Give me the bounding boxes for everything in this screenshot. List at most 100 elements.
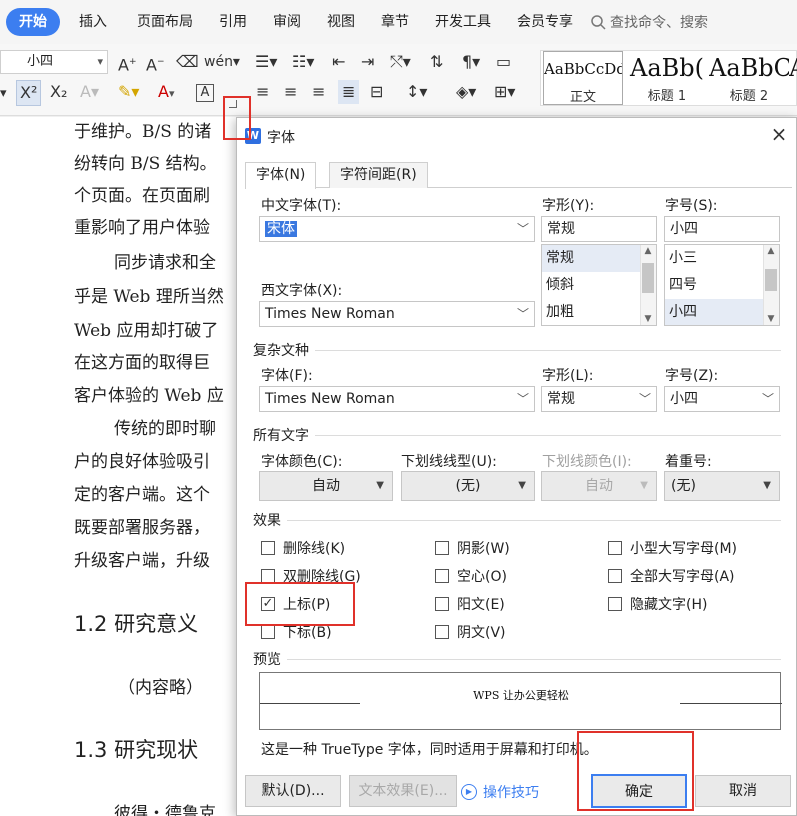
char-border-icon[interactable]: A [196,84,214,102]
pinyin-guide-icon[interactable]: wén▾ [204,50,240,74]
cn-font-combo[interactable]: 宋体 ﹀ [259,216,535,242]
checkbox-box[interactable] [435,597,449,611]
grow-font-icon[interactable]: A+ [118,50,137,77]
justify-icon[interactable]: ≣ [338,80,360,104]
style-heading-2[interactable]: AaBbC 标题 2 [709,51,789,105]
decrease-indent-icon[interactable]: ⇤ [332,50,345,74]
tab-font[interactable]: 字体(N) [245,162,317,189]
section-heading: 1.3 研究现状 [74,738,199,762]
size-option[interactable]: 小四 [665,299,779,325]
search-box[interactable]: 查找命令、搜索 [590,12,708,32]
latin-font-combo[interactable]: Times New Roman ﹀ [259,301,535,327]
doc-line: Web 应用却打破了 [74,321,219,341]
tab-review[interactable]: 审阅 [262,8,312,36]
close-icon[interactable]: × [767,122,791,146]
highlight-icon[interactable]: ✎▾ [118,80,139,104]
tab-developer[interactable]: 开发工具 [424,8,502,36]
shading-icon[interactable]: ◈▾ [456,80,476,104]
font-color-icon[interactable]: A▾ [158,80,174,106]
tab-view[interactable]: 视图 [316,8,366,36]
style-option[interactable]: 常规 [542,245,656,272]
underline-style-button[interactable]: (无) ▼ [401,471,535,501]
bullet-list-icon[interactable]: ☰▾ [255,50,277,74]
checkbox-box[interactable] [435,541,449,555]
scrollbar[interactable]: ▲ ▼ [640,245,656,325]
clear-format-icon[interactable]: ⌫ [176,50,199,74]
small-caps-checkbox[interactable]: 小型大写字母(M) [608,538,737,558]
scrollbar[interactable]: ▲ ▼ [763,245,779,325]
doc-line: 户的良好体验吸引 [74,452,210,472]
annotation-box-launcher [223,96,251,140]
size-listbox[interactable]: 小三 四号 小四 ▲ ▼ [664,244,780,326]
document-page[interactable]: 于维护。B/S 的诸 纷转向 B/S 结构。 个页面。在页面刷 重影响了用户体验… [0,117,240,816]
ruler-icon[interactable]: ▭ [496,50,511,74]
hidden-text-checkbox[interactable]: 隐藏文字(H) [608,594,707,614]
tab-membership[interactable]: 会员专享 [506,8,584,36]
line-spacing-icon[interactable]: ↕▾ [406,80,427,104]
complex-style-label: 字形(L): [542,368,594,384]
font-size-select[interactable]: 小四 ▾ [0,50,108,74]
strikethrough-checkbox[interactable]: 删除线(K) [261,538,345,558]
emboss-checkbox[interactable]: 阳文(E) [435,594,505,614]
text-effect-icon[interactable]: A▾ [80,80,99,104]
align-left-icon[interactable]: ≡ [256,80,269,104]
tab-char-spacing[interactable]: 字符间距(R) [329,162,428,188]
superscript-icon[interactable]: X² [16,80,42,106]
doc-line: 个页面。在页面刷 [74,186,210,206]
complex-style-value: 常规 [547,391,575,407]
shrink-font-icon[interactable]: A− [146,50,165,77]
checkbox-box[interactable] [608,597,622,611]
sort-icon[interactable]: ⇅ [430,50,443,74]
tab-references[interactable]: 引用 [208,8,258,36]
checkbox-box[interactable] [608,541,622,555]
checkbox-box[interactable] [435,625,449,639]
complex-style-combo[interactable]: 常规 ﹀ [541,386,657,412]
checkbox-box[interactable] [608,569,622,583]
tips-link[interactable]: ▶ 操作技巧 [461,782,539,802]
size-input[interactable]: 小四 [664,216,780,242]
numbered-list-icon[interactable]: ☷▾ [292,50,314,74]
style-option[interactable]: 倾斜 [542,272,656,299]
style-more[interactable]: A [789,51,797,105]
style-input[interactable]: 常规 [541,216,657,242]
increase-indent-icon[interactable]: ⇥ [361,50,374,74]
complex-font-combo[interactable]: Times New Roman ﹀ [259,386,535,412]
all-caps-checkbox[interactable]: 全部大写字母(A) [608,566,735,586]
style-option[interactable]: 加粗 [542,299,656,325]
shadow-checkbox[interactable]: 阴影(W) [435,538,510,558]
text-direction-icon[interactable]: ⤲▾ [390,50,411,74]
borders-icon[interactable]: ⊞▾ [494,80,515,104]
align-right-icon[interactable]: ≡ [312,80,325,104]
subscript-icon[interactable]: X₂ [50,80,67,104]
distribute-icon[interactable]: ⊟ [370,80,383,104]
checkbox-box[interactable] [261,625,275,639]
tab-insert[interactable]: 插入 [68,8,118,36]
emphasis-button[interactable]: (无) ▼ [664,471,780,501]
tab-chapter[interactable]: 章节 [370,8,420,36]
doc-line: 定的客户端。这个 [74,485,210,505]
font-color-button[interactable]: 自动 ▼ [259,471,393,501]
complex-size-combo[interactable]: 小四 ﹀ [664,386,780,412]
more-icon[interactable]: ▾ [0,82,7,106]
cancel-button[interactable]: 取消 [695,775,791,807]
style-listbox[interactable]: 常规 倾斜 加粗 ▲ ▼ [541,244,657,326]
show-marks-icon[interactable]: ¶▾ [462,50,480,74]
tab-home[interactable]: 开始 [6,8,60,36]
align-center-icon[interactable]: ≡ [284,80,297,104]
effects-group: 效果 [253,513,281,529]
checkbox-box[interactable] [261,569,275,583]
complex-size-value: 小四 [670,391,698,407]
style-normal[interactable]: AaBbCcDd 正文 [543,51,623,105]
caret-down-icon: ▼ [376,480,384,491]
size-option[interactable]: 四号 [665,272,779,299]
outline-checkbox[interactable]: 空心(O) [435,566,507,586]
size-option[interactable]: 小三 [665,245,779,272]
default-button[interactable]: 默认(D)... [245,775,341,807]
dialog-tabs: 字体(N) 字符间距(R) [245,158,792,189]
checkbox-box[interactable] [261,541,275,555]
tab-page-layout[interactable]: 页面布局 [126,8,204,36]
preview-group: 预览 [253,652,281,668]
style-heading-1[interactable]: AaBb( 标题 1 [627,51,707,105]
engrave-checkbox[interactable]: 阴文(V) [435,622,506,642]
checkbox-box[interactable] [435,569,449,583]
